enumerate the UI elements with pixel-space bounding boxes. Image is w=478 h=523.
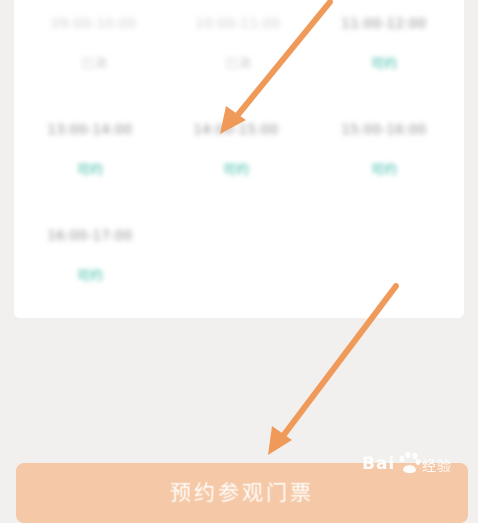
time-slot-status: 可约 — [76, 269, 103, 284]
time-slot-time: 15:00-16:00 — [341, 123, 427, 138]
time-slot-status: 已满 — [224, 57, 251, 72]
time-slot-status: 可约 — [76, 163, 103, 178]
time-slot-3[interactable]: 11:00-12:00 可约 — [324, 16, 444, 74]
time-slot-status: 可约 — [370, 163, 397, 178]
time-slot-card: 09:00-10:00 已满 10:00-11:00 已满 11:00-12:0… — [14, 0, 464, 318]
time-slot-time: 11:00-12:00 — [341, 17, 427, 32]
time-slot-time: 14:00-15:00 — [193, 123, 279, 138]
time-slot-status: 可约 — [370, 57, 397, 72]
baidu-jingyan-watermark: Bai 经验 — [362, 450, 462, 480]
time-slot-4[interactable]: 13:00-14:00 可约 — [30, 122, 150, 180]
time-slot-5[interactable]: 14:00-15:00 可约 — [176, 122, 296, 180]
time-slot-status: 已满 — [80, 57, 107, 72]
watermark-suffix: 经验 — [422, 459, 452, 475]
watermark-brand: Bai — [362, 454, 396, 474]
time-slot-6[interactable]: 15:00-16:00 可约 — [324, 122, 444, 180]
time-slot-time: 13:00-14:00 — [47, 123, 133, 138]
time-slot-2[interactable]: 10:00-11:00 已满 — [178, 16, 298, 74]
paw-icon — [399, 451, 421, 473]
time-slot-1[interactable]: 09:00-10:00 已满 — [34, 16, 154, 74]
time-slot-7[interactable]: 16:00-17:00 可约 — [30, 228, 150, 286]
time-slot-time: 09:00-10:00 — [51, 17, 137, 32]
time-slot-time: 10:00-11:00 — [195, 17, 281, 32]
time-slot-time: 16:00-17:00 — [47, 229, 133, 244]
time-slot-status: 可约 — [222, 163, 249, 178]
